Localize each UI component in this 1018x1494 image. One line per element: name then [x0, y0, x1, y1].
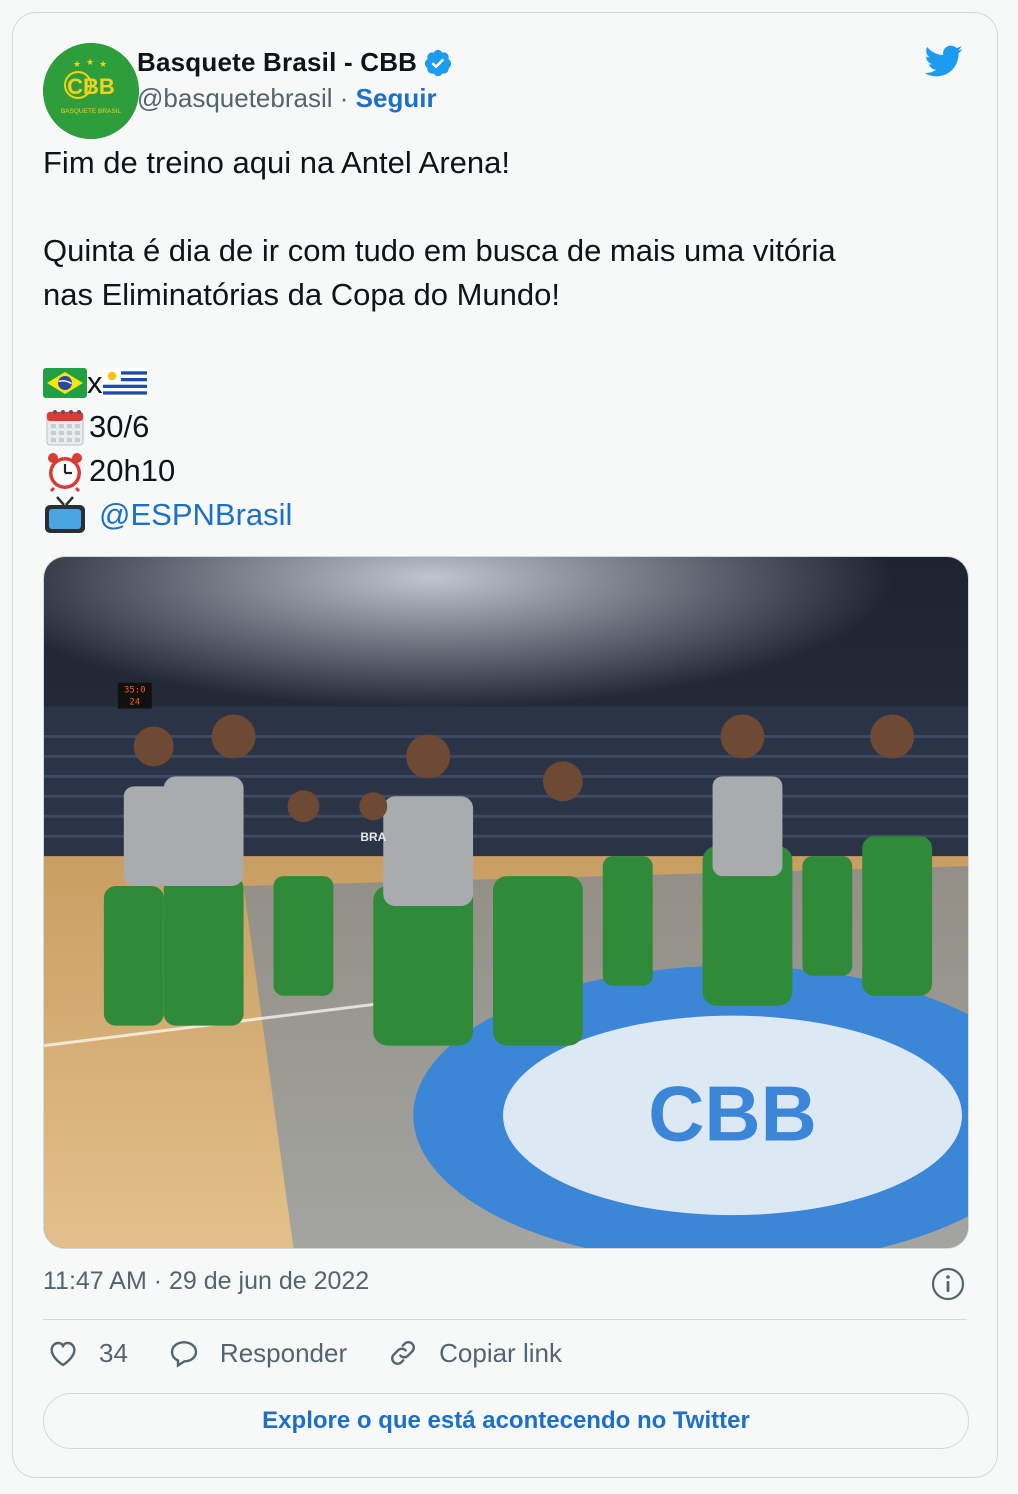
broadcast-line: @ESPNBrasil [43, 493, 973, 537]
avatar-logo-text: CBB [67, 74, 115, 99]
heart-icon [50, 1341, 76, 1367]
link-icon [391, 1341, 416, 1365]
time-line: 20h10 [43, 449, 973, 493]
scoreboard-top: 35:0 [124, 686, 146, 696]
action-bar: 34 Responder Copiar link [47, 1337, 602, 1369]
tweet-timestamp[interactable]: 11:47 AM · 29 de jun de 2022 [43, 1267, 369, 1296]
timestamp-separator: · [153, 1267, 163, 1295]
explore-twitter-button[interactable]: Explore o que está acontecendo no Twitte… [43, 1393, 969, 1449]
author-handle[interactable]: @basquetebrasil [137, 83, 333, 113]
follow-button[interactable]: Seguir [356, 83, 437, 113]
uruguay-flag-icon [102, 368, 147, 398]
timestamp-date: 29 de jun de 2022 [169, 1267, 370, 1295]
tweet-text: Fim de treino aqui na Antel Arena! Quint… [43, 141, 973, 537]
reply-label: Responder [219, 1337, 348, 1368]
like-button[interactable]: 34 [47, 1337, 128, 1369]
like-count: 34 [99, 1337, 128, 1368]
television-icon [45, 496, 85, 533]
reply-bubble-icon [170, 1341, 198, 1368]
match-date: 30/6 [89, 409, 150, 444]
alarm-clock-icon [48, 453, 82, 492]
jersey-text: BRA [360, 830, 386, 844]
verified-badge-icon [423, 48, 453, 78]
author-name-row: Basquete Brasil - CBB [137, 47, 453, 78]
brazil-flag-icon [43, 368, 87, 398]
twitter-logo-icon[interactable] [921, 41, 965, 81]
tweet-line-2: Quinta é dia de ir com tudo em busca de … [43, 233, 836, 268]
court-logo: CBB [648, 1071, 817, 1157]
match-vs: x [87, 365, 103, 400]
date-line: 30/6 [43, 405, 973, 449]
timestamp-time: 11:47 AM [43, 1267, 147, 1295]
author-handle-row: @basquetebrasil · Seguir [137, 83, 437, 114]
svg-text:★: ★ [86, 58, 94, 68]
scoreboard-bottom: 24 [129, 698, 140, 708]
tweet-photo[interactable]: 35:0 24 CBB BRA [43, 556, 969, 1249]
tweet-line-1: Fim de treino aqui na Antel Arena! [43, 145, 511, 180]
handle-separator: · [339, 83, 349, 113]
svg-text:★: ★ [73, 60, 81, 70]
reply-button[interactable]: Responder [168, 1337, 347, 1369]
action-divider [43, 1319, 967, 1320]
copy-link-button[interactable]: Copiar link [387, 1337, 562, 1369]
tweet-line-3: nas Eliminatórias da Copa do Mundo! [43, 277, 560, 312]
tweet-card: ★ ★ ★ CBB BASQUETE BRASIL Basquete Brasi… [12, 12, 998, 1478]
broadcaster-mention[interactable]: @ESPNBrasil [99, 493, 292, 537]
author-name[interactable]: Basquete Brasil - CBB [137, 47, 417, 78]
author-avatar[interactable]: ★ ★ ★ CBB BASQUETE BRASIL [43, 43, 139, 139]
avatar-subtext: BASQUETE BRASIL [61, 108, 122, 115]
calendar-icon [46, 410, 84, 446]
svg-text:★: ★ [99, 60, 107, 70]
info-icon[interactable] [931, 1267, 965, 1301]
match-time: 20h10 [89, 453, 176, 488]
match-line: x [43, 361, 973, 405]
copy-link-label: Copiar link [439, 1337, 562, 1368]
